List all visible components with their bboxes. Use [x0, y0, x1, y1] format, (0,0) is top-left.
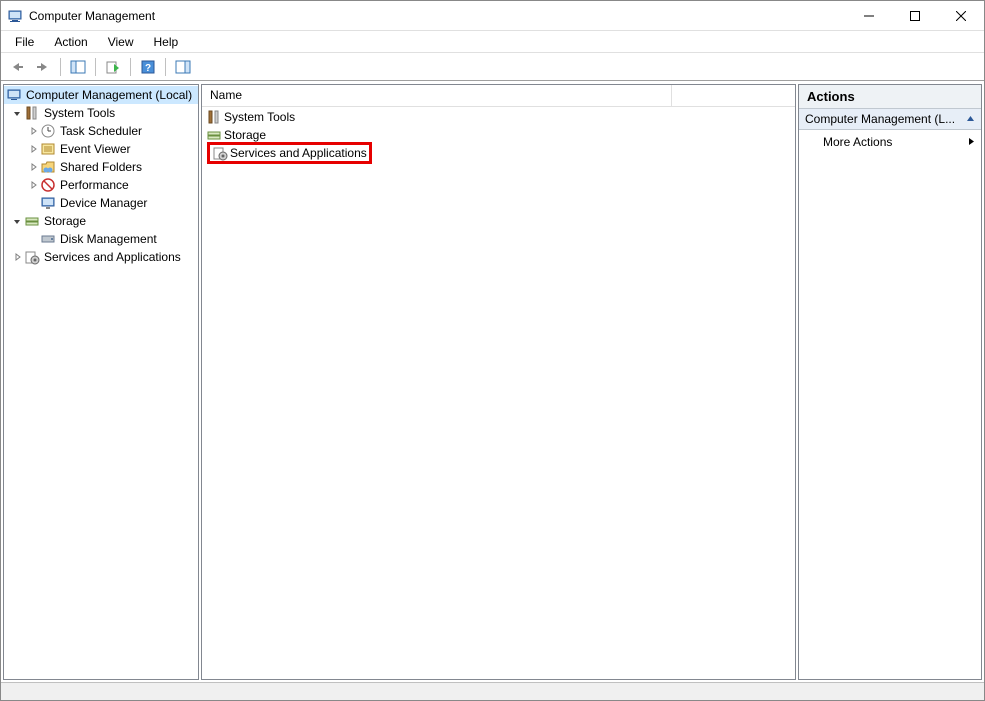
highlight-box: Services and Applications — [207, 142, 372, 164]
toolbar-separator — [60, 58, 61, 76]
shared-folders-icon — [40, 159, 56, 175]
export-list-button[interactable] — [101, 56, 125, 78]
tree-root[interactable]: Computer Management (Local) — [4, 86, 199, 104]
content-pane: Name System Tools Storage S — [201, 84, 796, 680]
tree-shared-folders-label: Shared Folders — [60, 160, 142, 174]
help-button[interactable]: ? — [136, 56, 160, 78]
tree-task-scheduler[interactable]: Task Scheduler — [4, 122, 199, 140]
expand-icon[interactable] — [10, 250, 24, 264]
toolbar-separator — [95, 58, 96, 76]
actions-more-actions[interactable]: More Actions — [799, 130, 981, 154]
list-item-services-apps[interactable]: Services and Applications — [202, 144, 795, 162]
storage-icon — [24, 213, 40, 229]
collapse-triangle-icon — [966, 112, 975, 126]
toolbar-separator — [130, 58, 131, 76]
storage-icon — [206, 127, 222, 143]
show-hide-action-pane-button[interactable] — [171, 56, 195, 78]
expand-icon[interactable] — [26, 160, 40, 174]
menubar: File Action View Help — [1, 31, 984, 53]
services-apps-icon — [24, 249, 40, 265]
tree-device-manager[interactable]: Device Manager — [4, 194, 199, 212]
window-title: Computer Management — [29, 9, 155, 23]
titlebar: Computer Management — [1, 1, 984, 31]
tree-event-viewer[interactable]: Event Viewer — [4, 140, 199, 158]
tree-event-viewer-label: Event Viewer — [60, 142, 130, 156]
back-button[interactable] — [5, 56, 29, 78]
menu-action[interactable]: Action — [44, 33, 97, 51]
submenu-arrow-icon — [968, 135, 975, 149]
forward-button[interactable] — [31, 56, 55, 78]
system-tools-icon — [206, 109, 222, 125]
list-header: Name — [202, 85, 795, 107]
tree-root-label: Computer Management (Local) — [26, 88, 192, 102]
tree-task-scheduler-label: Task Scheduler — [60, 124, 142, 138]
window-controls — [846, 1, 984, 30]
tree-services-apps-label: Services and Applications — [44, 250, 181, 264]
app-icon — [7, 8, 23, 24]
tree-performance-label: Performance — [60, 178, 129, 192]
tree-shared-folders[interactable]: Shared Folders — [4, 158, 199, 176]
actions-pane: Actions Computer Management (L... More A… — [798, 84, 982, 680]
list-item-label: Services and Applications — [230, 146, 367, 160]
expand-icon[interactable] — [26, 124, 40, 138]
statusbar — [1, 682, 984, 700]
expand-icon[interactable] — [26, 142, 40, 156]
device-manager-icon — [40, 195, 56, 211]
menu-help[interactable]: Help — [144, 33, 189, 51]
tree-disk-management-label: Disk Management — [60, 232, 157, 246]
performance-icon — [40, 177, 56, 193]
main-area: Computer Management (Local) System Tools — [1, 81, 984, 682]
tree-system-tools[interactable]: System Tools — [4, 104, 199, 122]
list-item-label: Storage — [224, 128, 266, 142]
column-header-name[interactable]: Name — [202, 85, 672, 106]
event-viewer-icon — [40, 141, 56, 157]
disk-management-icon — [40, 231, 56, 247]
list-item-label: System Tools — [224, 110, 295, 124]
tree-disk-management[interactable]: Disk Management — [4, 230, 199, 248]
actions-item-label: More Actions — [823, 135, 892, 149]
close-button[interactable] — [938, 1, 984, 30]
list-body[interactable]: System Tools Storage Services and Applic… — [202, 107, 795, 679]
computer-management-icon — [6, 87, 22, 103]
minimize-button[interactable] — [846, 1, 892, 30]
services-apps-icon — [212, 145, 228, 161]
menu-view[interactable]: View — [98, 33, 144, 51]
collapse-icon[interactable] — [10, 106, 24, 120]
tree-services-apps[interactable]: Services and Applications — [4, 248, 199, 266]
tree-storage[interactable]: Storage — [4, 212, 199, 230]
collapse-icon[interactable] — [10, 214, 24, 228]
toolbar: ? — [1, 53, 984, 81]
maximize-button[interactable] — [892, 1, 938, 30]
tree-device-manager-label: Device Manager — [60, 196, 147, 210]
show-hide-tree-button[interactable] — [66, 56, 90, 78]
tree-performance[interactable]: Performance — [4, 176, 199, 194]
clock-icon — [40, 123, 56, 139]
tree-storage-label: Storage — [44, 214, 86, 228]
list-item-system-tools[interactable]: System Tools — [202, 108, 795, 126]
toolbar-separator — [165, 58, 166, 76]
expand-icon[interactable] — [26, 178, 40, 192]
tree-system-tools-label: System Tools — [44, 106, 115, 120]
system-tools-icon — [24, 105, 40, 121]
actions-group-label: Computer Management (L... — [805, 112, 955, 126]
svg-text:?: ? — [145, 63, 151, 74]
actions-header: Actions — [799, 85, 981, 109]
actions-group-header[interactable]: Computer Management (L... — [799, 109, 981, 130]
menu-file[interactable]: File — [5, 33, 44, 51]
tree-pane[interactable]: Computer Management (Local) System Tools — [3, 84, 199, 680]
